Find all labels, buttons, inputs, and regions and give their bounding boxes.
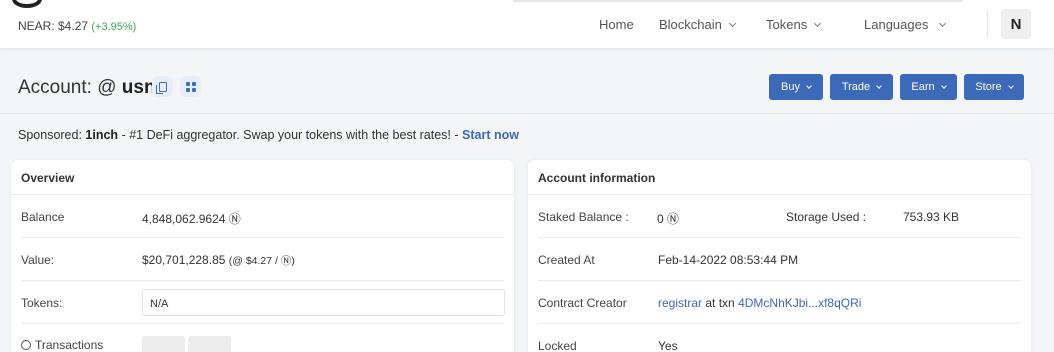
near-price: NEAR: $4.27 (+3.95%) <box>18 19 136 33</box>
sponsored-text: - #1 DeFi aggregator. Swap your tokens w… <box>121 128 459 142</box>
creator-row: Contract Creator registrar at txn 4DMcNh… <box>538 281 1021 324</box>
earn-button-label: Earn <box>911 81 935 93</box>
sponsored-banner: Sponsored: 1inch - #1 DeFi aggregator. S… <box>18 128 519 142</box>
store-button-label: Store <box>975 81 1002 93</box>
chevron-down-icon <box>876 82 882 89</box>
nav-home[interactable]: Home <box>599 17 634 32</box>
nav-blockchain[interactable]: Blockchain <box>659 17 736 32</box>
created-row: Created At Feb-14-2022 08:53:44 PM <box>538 238 1021 281</box>
tokens-dropdown[interactable]: N/A <box>142 289 505 316</box>
chevron-down-icon <box>806 82 812 89</box>
creator-value: registrar at txn 4DMcNhKJbi...xf8qQRi <box>658 296 861 310</box>
value-amount-wrap: $20,701,228.85 (@ $4.27 / Ⓝ) <box>142 253 295 268</box>
trade-button[interactable]: Trade <box>830 74 893 100</box>
transactions-row: Transactions <box>21 324 504 352</box>
page-title-prefix: Account: @ <box>18 77 117 98</box>
tokens-label: Tokens: <box>21 296 63 310</box>
nav-home-label: Home <box>599 17 634 32</box>
nav-tokens[interactable]: Tokens <box>766 17 822 32</box>
chevron-down-icon <box>728 19 736 27</box>
buy-button-label: Buy <box>781 81 800 93</box>
created-label: Created At <box>538 253 595 267</box>
staked-row: Staked Balance : 0 Ⓝ Storage Used : 753.… <box>538 195 1021 238</box>
locked-value: Yes <box>658 339 678 352</box>
tokens-row: Tokens: N/A <box>21 281 505 324</box>
top-header: NEAR: $4.27 (+3.95%) Home Blockchain Tok… <box>0 0 1054 48</box>
page-title: Account: @ usn <box>18 77 156 99</box>
overview-card: Overview Balance 4,848,062.9624 Ⓝ Value:… <box>11 160 514 352</box>
value-label: Value: <box>21 253 55 267</box>
copy-icon <box>155 81 167 94</box>
tokens-value: N/A <box>150 298 169 310</box>
sponsored-label: Sponsored: <box>18 128 82 142</box>
account-id: usn <box>121 77 156 98</box>
staked-label: Staked Balance : <box>538 210 629 224</box>
near-logo-button[interactable]: N <box>1001 9 1031 39</box>
near-logo-icon: N <box>1010 15 1022 33</box>
balance-row: Balance 4,848,062.9624 Ⓝ <box>21 195 504 238</box>
loading-placeholder <box>188 336 231 352</box>
sponsor-brand[interactable]: 1inch <box>85 128 118 142</box>
chevron-down-icon <box>940 82 947 89</box>
search-bar-edge <box>513 0 963 2</box>
account-info-title: Account information <box>528 160 1031 195</box>
locked-row: Locked Yes <box>538 324 1021 352</box>
qr-code-button[interactable] <box>180 76 201 97</box>
chevron-down-icon <box>1007 82 1014 89</box>
nav-blockchain-label: Blockchain <box>659 17 722 32</box>
locked-label: Locked <box>538 339 577 352</box>
near-price-change: (+3.95%) <box>91 21 137 33</box>
store-button[interactable]: Store <box>964 74 1024 100</box>
chevron-down-icon <box>939 19 947 27</box>
value-amount: $20,701,228.85 <box>142 253 226 267</box>
nav-languages-label: Languages <box>864 17 929 32</box>
value-rate: (@ $4.27 / Ⓝ) <box>228 255 295 267</box>
buy-button[interactable]: Buy <box>769 74 823 100</box>
copy-button[interactable] <box>152 76 173 97</box>
balance-label: Balance <box>21 210 65 224</box>
logo-icon[interactable] <box>12 0 42 8</box>
nav-divider <box>987 10 988 38</box>
account-info-card: Account information Staked Balance : 0 Ⓝ… <box>528 160 1031 352</box>
help-icon[interactable] <box>21 340 31 350</box>
nav-tokens-label: Tokens <box>766 17 808 32</box>
balance-value: 4,848,062.9624 Ⓝ <box>142 212 241 226</box>
storage-label: Storage Used : <box>786 210 867 224</box>
earn-button[interactable]: Earn <box>900 74 957 100</box>
value-row: Value: $20,701,228.85 (@ $4.27 / Ⓝ) <box>21 238 504 281</box>
trade-button-label: Trade <box>841 81 871 93</box>
section-divider <box>0 113 1054 114</box>
overview-title: Overview <box>11 160 514 195</box>
nav-languages[interactable]: Languages <box>864 17 947 32</box>
creator-label: Contract Creator <box>538 296 627 310</box>
storage-value: 753.93 KB <box>903 210 960 224</box>
qr-code-icon <box>185 81 196 92</box>
sponsored-link[interactable]: Start now <box>462 128 519 142</box>
creator-txn-link[interactable]: 4DMcNhKJbi...xf8qQRi <box>738 296 861 310</box>
transactions-label: Transactions <box>35 338 104 352</box>
chevron-down-icon <box>814 19 822 27</box>
near-price-label: NEAR: $4.27 <box>18 19 89 33</box>
transactions-label-wrap: Transactions <box>21 338 103 352</box>
loading-placeholder <box>142 336 185 352</box>
creator-account-link[interactable]: registrar <box>658 296 702 310</box>
staked-value: 0 Ⓝ <box>657 212 680 226</box>
created-value: Feb-14-2022 08:53:44 PM <box>658 253 799 267</box>
creator-at-text: at txn <box>705 296 735 310</box>
